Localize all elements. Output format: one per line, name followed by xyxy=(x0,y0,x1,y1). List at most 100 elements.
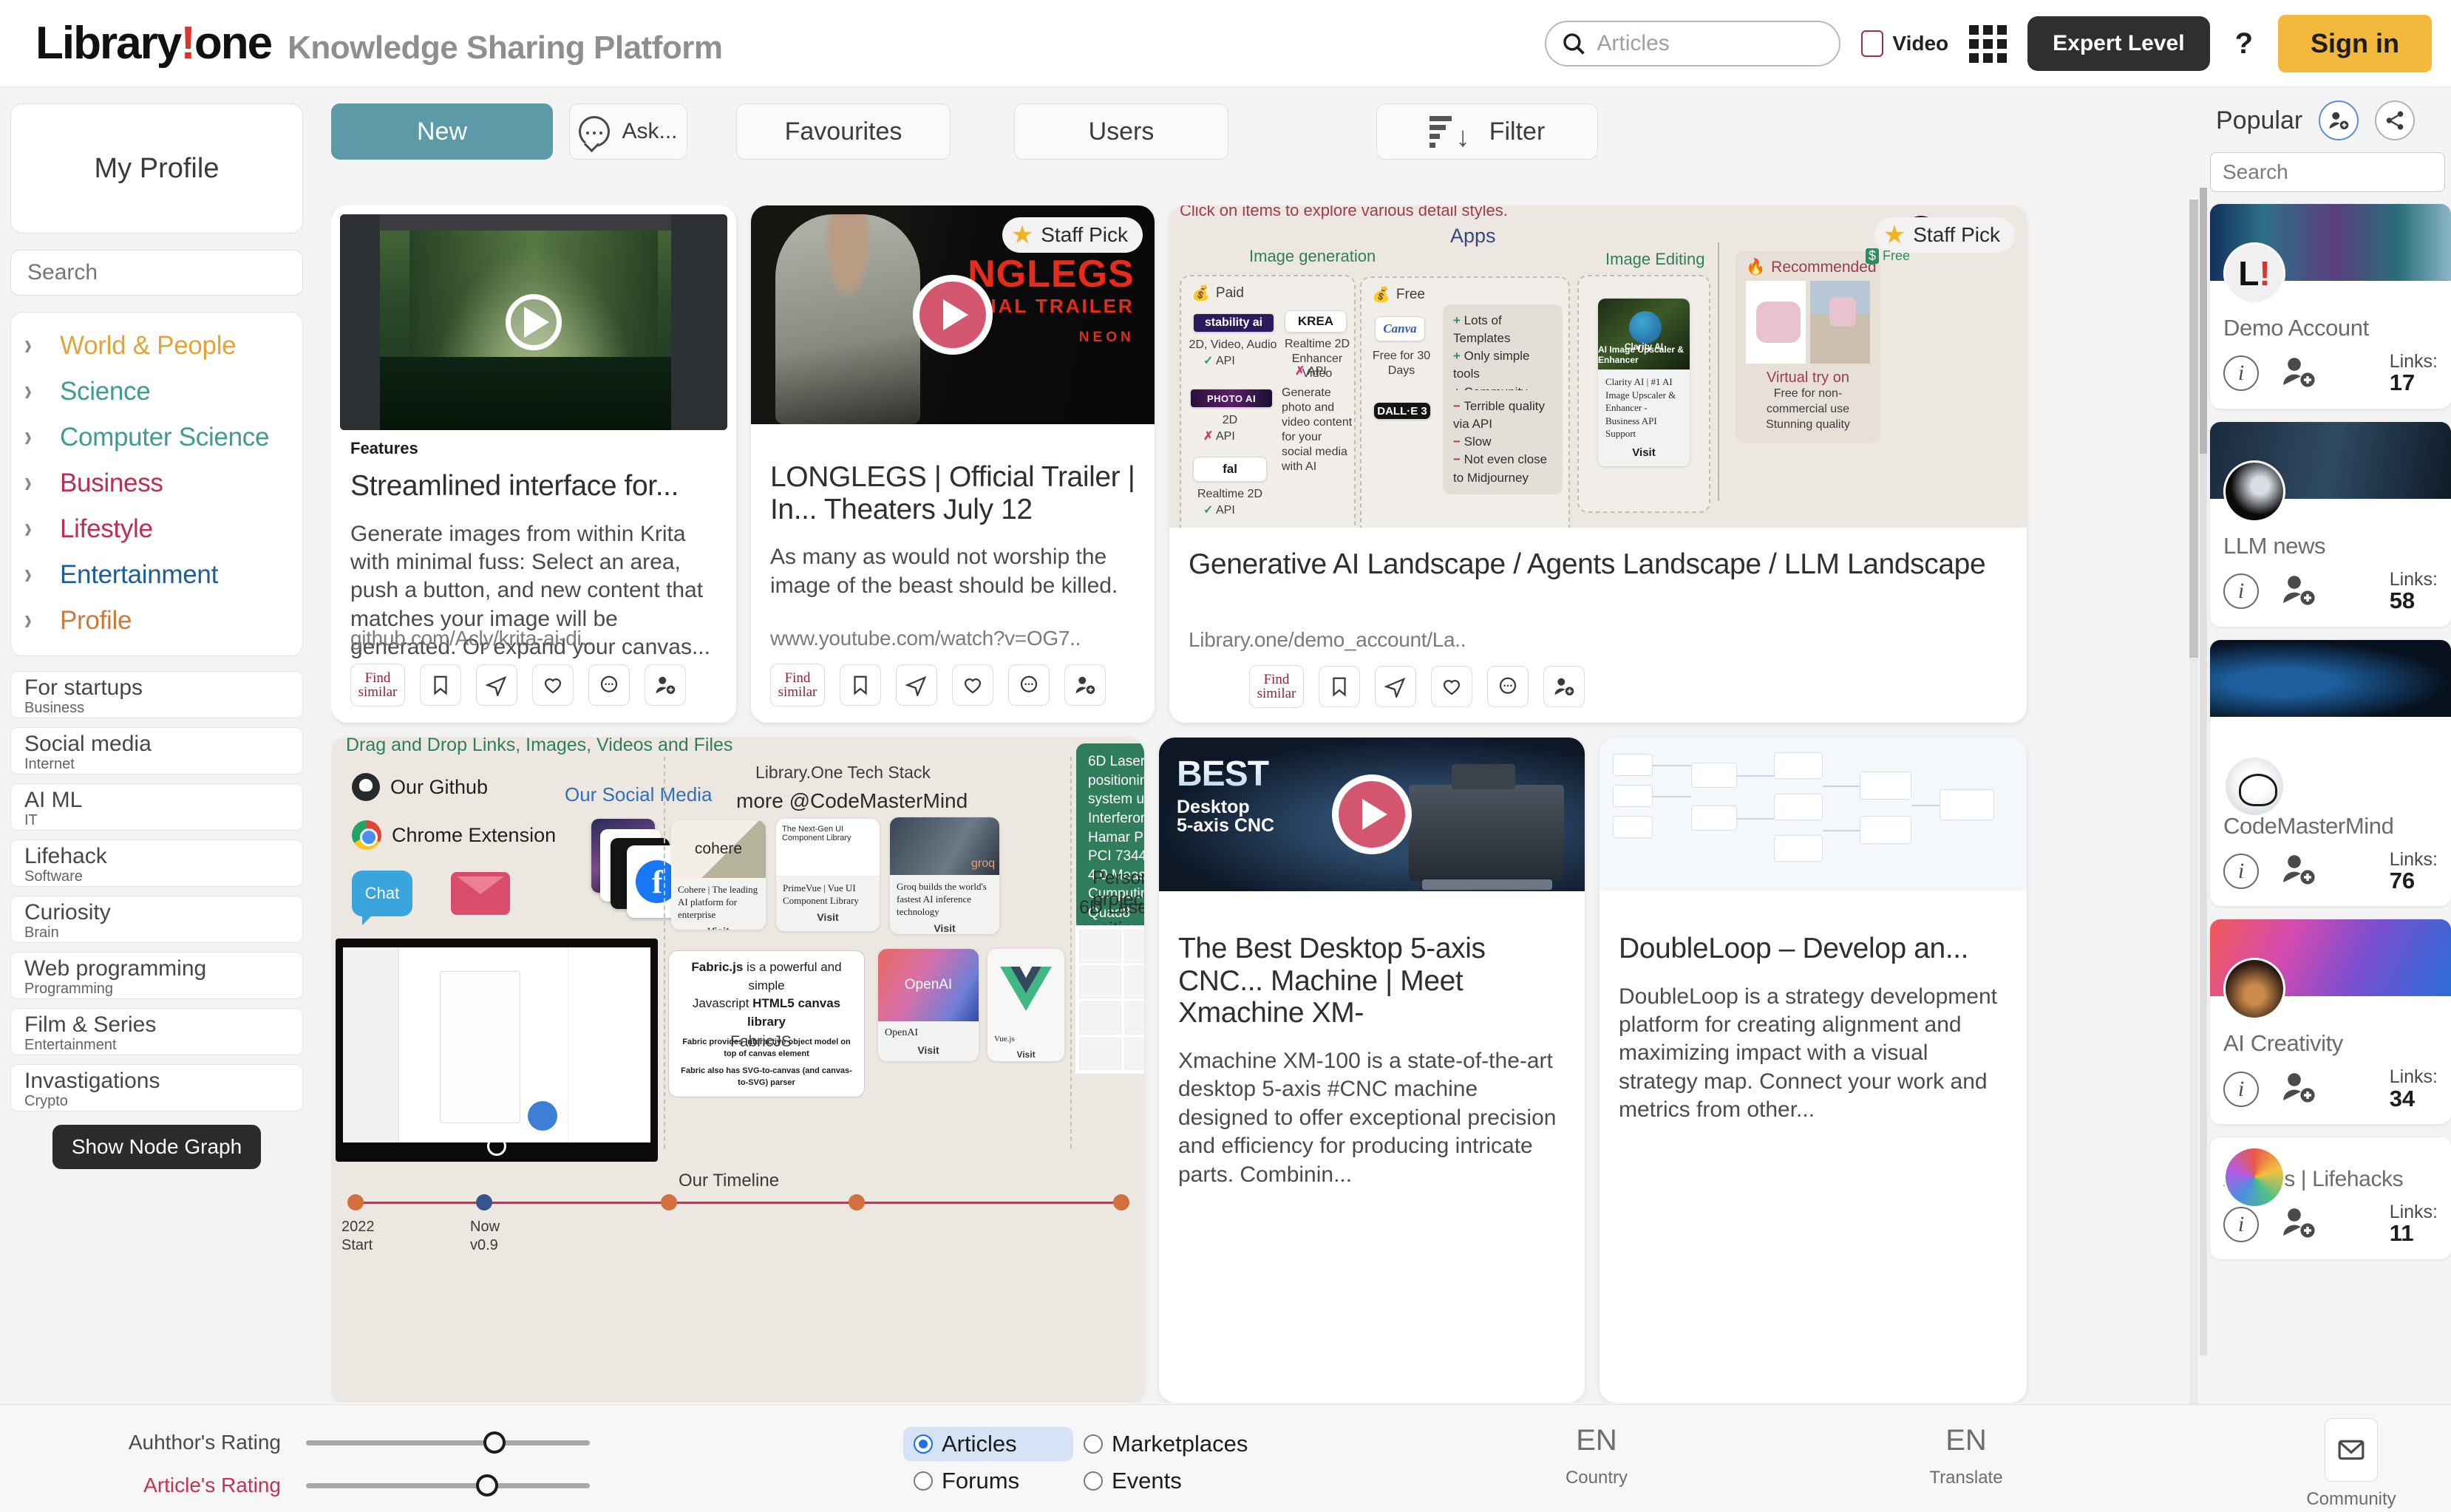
timeline-dot[interactable] xyxy=(347,1194,364,1210)
card-thumbnail[interactable]: NGLEGS CIAL TRAILER NEON ★ Staff Pick xyxy=(751,205,1155,424)
bookmark-button[interactable] xyxy=(840,664,881,706)
tool-card-vuejs[interactable]: Vue.js Visit xyxy=(987,949,1064,1061)
account-card[interactable]: CodeMasterMind i Links: 76 xyxy=(2210,640,2451,907)
list-item[interactable]: Curiosity Brain xyxy=(10,896,303,943)
like-button[interactable] xyxy=(952,664,993,706)
radio-marketplaces[interactable]: Marketplaces xyxy=(1073,1427,1258,1461)
tool-card-clarity-ai[interactable]: Clarity AI AI Image Upscaler & Enhancer … xyxy=(1598,299,1690,466)
comment-button[interactable] xyxy=(1008,664,1050,706)
list-item[interactable]: For startups Business xyxy=(10,671,303,718)
list-item[interactable]: Web programming Programming xyxy=(10,952,303,999)
logo-dalle3[interactable]: DALL·E 3 xyxy=(1373,402,1431,420)
account-card[interactable]: AI tools | Lifehacks i Links: 11 xyxy=(2210,1137,2451,1259)
like-button[interactable] xyxy=(1431,666,1472,707)
radio-forums[interactable]: Forums xyxy=(903,1464,1073,1498)
add-user-button[interactable] xyxy=(2319,101,2359,140)
info-icon[interactable]: i xyxy=(2223,573,2259,609)
article-card[interactable]: Features Streamlined interface for... Ge… xyxy=(331,205,736,723)
card-url[interactable]: github.com/Acly/krita-ai-di.. xyxy=(350,627,717,650)
bookmark-button[interactable] xyxy=(1319,666,1360,707)
play-button[interactable] xyxy=(1332,774,1412,854)
article-card[interactable]: NGLEGS CIAL TRAILER NEON ★ Staff Pick LO… xyxy=(751,205,1155,723)
play-button[interactable] xyxy=(487,1137,506,1156)
my-profile-panel[interactable]: My Profile xyxy=(10,103,303,234)
follow-user-button[interactable] xyxy=(645,664,686,706)
sidebar-item-science[interactable]: › Science xyxy=(11,369,302,415)
sidebar-search[interactable] xyxy=(10,250,303,296)
play-button[interactable] xyxy=(913,275,993,355)
content-scrollbar[interactable] xyxy=(2189,200,2198,1404)
follow-user-button[interactable] xyxy=(2281,1069,2316,1109)
visit-link[interactable]: Visit xyxy=(776,907,880,929)
tab-ask[interactable]: Ask... xyxy=(569,103,687,160)
email-link[interactable] xyxy=(451,872,510,915)
find-similar-button[interactable]: Findsimilar xyxy=(770,664,825,706)
article-card[interactable]: BEST Desktop 5-axis CNC The Best Desktop… xyxy=(1159,738,1585,1403)
article-card[interactable]: Drag and Drop Links, Images, Videos and … xyxy=(331,738,1144,1403)
tool-card-primevue[interactable]: The Next-Gen UI Component Library PrimeV… xyxy=(776,819,880,931)
follow-user-button[interactable] xyxy=(2281,851,2316,890)
chat-link[interactable]: Chat xyxy=(352,871,412,916)
timeline-dot[interactable] xyxy=(1113,1194,1129,1210)
sign-in-button[interactable]: Sign in xyxy=(2278,15,2432,72)
info-icon[interactable]: i xyxy=(2223,355,2259,391)
header-search[interactable] xyxy=(1545,21,1840,67)
timeline-dot[interactable] xyxy=(849,1194,865,1210)
card-thumbnail[interactable] xyxy=(1600,738,2027,891)
account-card[interactable]: LLM news i Links: 58 xyxy=(2210,422,2451,627)
card-thumbnail[interactable]: BEST Desktop 5-axis CNC xyxy=(1159,738,1585,891)
cluster-free[interactable]: 💰 Free Canva Free for 30 Days + Lots of … xyxy=(1360,276,1570,528)
info-icon[interactable]: i xyxy=(2223,854,2259,889)
our-github-link[interactable]: Our Github xyxy=(352,773,488,801)
list-item[interactable]: Film & Series Entertainment xyxy=(10,1008,303,1055)
account-card[interactable]: AI Creativity i Links: 34 xyxy=(2210,919,2451,1124)
list-item[interactable]: Social media Internet xyxy=(10,727,303,774)
like-button[interactable] xyxy=(532,664,574,706)
comment-button[interactable] xyxy=(1487,666,1529,707)
account-card[interactable]: L! Demo Account i Links: 17 xyxy=(2210,204,2451,409)
search-input[interactable] xyxy=(1597,31,1818,56)
list-item[interactable]: AI ML IT xyxy=(10,783,303,831)
chrome-extension-link[interactable]: Chrome Extension xyxy=(352,820,556,850)
community-button[interactable]: Community xyxy=(2285,1418,2417,1510)
find-similar-button[interactable]: Findsimilar xyxy=(350,664,405,706)
fabric-js-note[interactable]: Fabric.js is a powerful and simple Javas… xyxy=(668,950,865,1097)
rail-search-input[interactable] xyxy=(2223,160,2433,184)
info-icon[interactable]: i xyxy=(2223,1207,2259,1242)
expert-level-button[interactable]: Expert Level xyxy=(2027,16,2209,71)
timeline-dot[interactable] xyxy=(661,1194,677,1210)
help-icon[interactable]: ? xyxy=(2231,27,2257,61)
card-url[interactable]: www.youtube.com/watch?v=OG7.. xyxy=(770,627,1135,650)
checkbox-icon[interactable] xyxy=(1861,30,1883,57)
slider-handle[interactable] xyxy=(483,1431,506,1454)
list-item[interactable]: Invastigations Crypto xyxy=(10,1064,303,1111)
tool-card-cohere[interactable]: cohere Cohere | The leading AI platform … xyxy=(671,820,766,930)
follow-user-button[interactable] xyxy=(1064,664,1106,706)
video-filter-toggle[interactable]: Video xyxy=(1861,30,1948,57)
visit-link[interactable]: Visit xyxy=(671,921,766,930)
card-url[interactable]: Library.one/demo_account/La.. xyxy=(1189,628,2008,652)
share-send-button[interactable] xyxy=(476,664,517,706)
cluster-paid[interactable]: 💰 Paid stability ai 2D, Video, Audio ✓ A… xyxy=(1180,275,1356,528)
country-selector[interactable]: EN Country xyxy=(1537,1424,1656,1488)
tab-users[interactable]: Users xyxy=(1014,103,1228,160)
grid-view-icon[interactable] xyxy=(1969,25,2007,63)
translate-selector[interactable]: EN Translate xyxy=(1907,1424,2025,1488)
play-button[interactable] xyxy=(506,294,562,350)
visit-link[interactable]: Visit xyxy=(1598,440,1690,466)
article-rating-slider[interactable] xyxy=(306,1483,590,1488)
tool-card-openai[interactable]: OpenAI OpenAI Visit xyxy=(878,949,979,1061)
sidebar-item-computer-science[interactable]: › Computer Science xyxy=(11,415,302,460)
logo-photo-ai[interactable]: PHOTO AI xyxy=(1190,389,1273,408)
follow-user-button[interactable] xyxy=(2281,354,2316,393)
follow-user-button[interactable] xyxy=(1543,666,1585,707)
app-screenshot[interactable] xyxy=(336,939,658,1162)
comment-button[interactable] xyxy=(588,664,630,706)
find-similar-button[interactable]: Findsimilar xyxy=(1249,665,1304,708)
sidebar-item-entertainment[interactable]: › Entertainment xyxy=(11,552,302,598)
author-rating-slider[interactable] xyxy=(306,1440,590,1445)
logo-krea[interactable]: KREA xyxy=(1285,310,1347,333)
cluster-image-editing[interactable]: Clarity AI AI Image Upscaler & Enhancer … xyxy=(1577,275,1710,513)
sidebar-item-business[interactable]: › Business xyxy=(11,460,302,506)
follow-user-button[interactable] xyxy=(2281,572,2316,611)
